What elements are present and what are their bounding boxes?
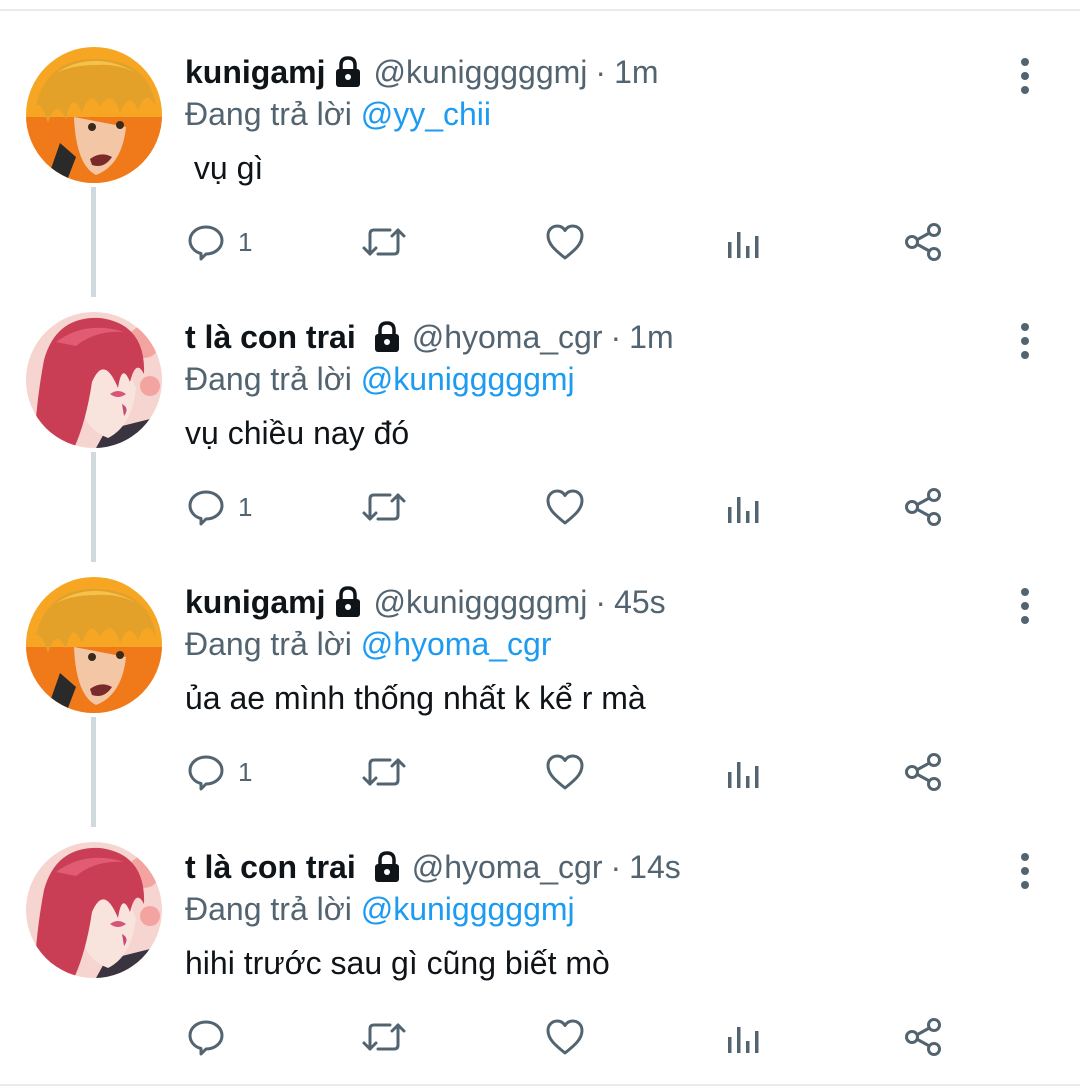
tweet-header: kunigamj @kunigggggmj · 45s bbox=[185, 580, 666, 624]
retweet-icon bbox=[362, 758, 406, 786]
replying-to: Đang trả lời @kunigggggmj bbox=[185, 891, 575, 928]
replying-to-label: Đang trả lời bbox=[185, 626, 352, 662]
separator-dot: · bbox=[595, 53, 607, 90]
analytics-button[interactable] bbox=[724, 1017, 764, 1057]
like-button[interactable] bbox=[544, 752, 586, 792]
display-name[interactable]: kunigamj bbox=[185, 54, 325, 91]
replying-to-label: Đang trả lời bbox=[185, 361, 352, 397]
like-button[interactable] bbox=[544, 487, 586, 527]
replying-to-label: Đang trả lời bbox=[185, 891, 352, 927]
analytics-icon bbox=[728, 497, 759, 523]
replying-to: Đang trả lời @kunigggggmj bbox=[185, 361, 575, 398]
share-button[interactable] bbox=[902, 487, 944, 527]
reply-icon bbox=[188, 755, 224, 791]
share-button[interactable] bbox=[902, 752, 944, 792]
more-vertical-icon[interactable] bbox=[1008, 54, 1042, 98]
tweet-text: ủa ae mình thống nhất k kể r mà bbox=[185, 680, 646, 716]
reply-button[interactable]: 1 bbox=[186, 487, 252, 527]
reply-count: 1 bbox=[238, 491, 253, 522]
separator-dot: · bbox=[595, 583, 607, 620]
tweet-text: hihi trước sau gì cũng biết mò bbox=[185, 945, 610, 981]
analytics-button[interactable] bbox=[724, 487, 764, 527]
lock-icon bbox=[333, 56, 363, 88]
user-handle[interactable]: @hyoma_cgr bbox=[412, 319, 603, 356]
reply-icon bbox=[188, 225, 224, 261]
retweet-button[interactable] bbox=[360, 222, 408, 262]
user-handle[interactable]: @kunigggggmj bbox=[373, 584, 587, 621]
like-button[interactable] bbox=[544, 222, 586, 262]
timestamp[interactable]: 45s bbox=[614, 584, 666, 621]
lock-icon bbox=[372, 321, 402, 353]
tweet[interactable]: kunigamj @kunigggggmj · 1m Đang trả lời … bbox=[0, 10, 1080, 275]
reply-mention-link[interactable]: @kunigggggmj bbox=[361, 361, 575, 397]
tweet[interactable]: t là con trai @hyoma_cgr · 1m Đang trả l… bbox=[0, 275, 1080, 540]
reply-icon bbox=[188, 1020, 224, 1056]
reply-icon bbox=[188, 490, 224, 526]
analytics-button[interactable] bbox=[724, 222, 764, 262]
analytics-icon bbox=[728, 232, 759, 258]
tweet[interactable]: t là con trai @hyoma_cgr · 14s Đang trả … bbox=[0, 805, 1080, 1070]
tweet-header: t là con trai @hyoma_cgr · 1m bbox=[185, 315, 674, 359]
heart-icon bbox=[546, 224, 584, 260]
more-vertical-icon[interactable] bbox=[1008, 849, 1042, 893]
avatar[interactable] bbox=[26, 47, 162, 183]
share-button[interactable] bbox=[902, 222, 944, 262]
reply-count: 1 bbox=[238, 756, 253, 787]
retweet-icon bbox=[362, 1023, 406, 1051]
tweet-header: t là con trai @hyoma_cgr · 14s bbox=[185, 845, 681, 889]
reply-button[interactable] bbox=[186, 1017, 238, 1057]
reply-mention-link[interactable]: @hyoma_cgr bbox=[361, 626, 552, 662]
analytics-button[interactable] bbox=[724, 752, 764, 792]
more-vertical-icon[interactable] bbox=[1008, 584, 1042, 628]
timestamp[interactable]: 14s bbox=[629, 849, 681, 886]
user-handle[interactable]: @kunigggggmj bbox=[373, 54, 587, 91]
retweet-button[interactable] bbox=[360, 752, 408, 792]
display-name[interactable]: t là con trai bbox=[185, 319, 356, 356]
share-icon bbox=[905, 223, 941, 261]
avatar[interactable] bbox=[26, 312, 162, 448]
display-name[interactable]: kunigamj bbox=[185, 584, 325, 621]
user-handle[interactable]: @hyoma_cgr bbox=[412, 849, 603, 886]
more-vertical-icon[interactable] bbox=[1008, 319, 1042, 363]
avatar[interactable] bbox=[26, 842, 162, 978]
lock-icon bbox=[372, 851, 402, 883]
tweet-text: vụ chiều nay đó bbox=[185, 415, 410, 451]
timestamp[interactable]: 1m bbox=[629, 319, 673, 356]
share-icon bbox=[905, 488, 941, 526]
tweet-text: vụ gì bbox=[185, 150, 264, 186]
reply-count: 1 bbox=[238, 226, 253, 257]
share-icon bbox=[905, 1018, 941, 1056]
replying-to: Đang trả lời @yy_chii bbox=[185, 96, 491, 133]
like-button[interactable] bbox=[544, 1017, 586, 1057]
heart-icon bbox=[546, 489, 584, 525]
retweet-button[interactable] bbox=[360, 1017, 408, 1057]
heart-icon bbox=[546, 754, 584, 790]
reply-button[interactable]: 1 bbox=[186, 752, 252, 792]
lock-icon bbox=[333, 586, 363, 618]
retweet-icon bbox=[362, 228, 406, 256]
tweet-header: kunigamj @kunigggggmj · 1m bbox=[185, 50, 659, 94]
retweet-icon bbox=[362, 493, 406, 521]
replying-to: Đang trả lời @hyoma_cgr bbox=[185, 626, 552, 663]
analytics-icon bbox=[728, 1027, 759, 1053]
avatar[interactable] bbox=[26, 577, 162, 713]
separator-dot: · bbox=[610, 848, 622, 885]
timestamp[interactable]: 1m bbox=[614, 54, 658, 91]
reply-mention-link[interactable]: @yy_chii bbox=[361, 96, 491, 132]
bottom-divider bbox=[0, 1084, 1080, 1086]
share-icon bbox=[905, 753, 941, 791]
tweet[interactable]: kunigamj @kunigggggmj · 45s Đang trả lời… bbox=[0, 540, 1080, 805]
heart-icon bbox=[546, 1019, 584, 1055]
retweet-button[interactable] bbox=[360, 487, 408, 527]
replying-to-label: Đang trả lời bbox=[185, 96, 352, 132]
separator-dot: · bbox=[610, 318, 622, 355]
display-name[interactable]: t là con trai bbox=[185, 849, 356, 886]
reply-button[interactable]: 1 bbox=[186, 222, 252, 262]
share-button[interactable] bbox=[902, 1017, 944, 1057]
reply-mention-link[interactable]: @kunigggggmj bbox=[361, 891, 575, 927]
analytics-icon bbox=[728, 762, 759, 788]
